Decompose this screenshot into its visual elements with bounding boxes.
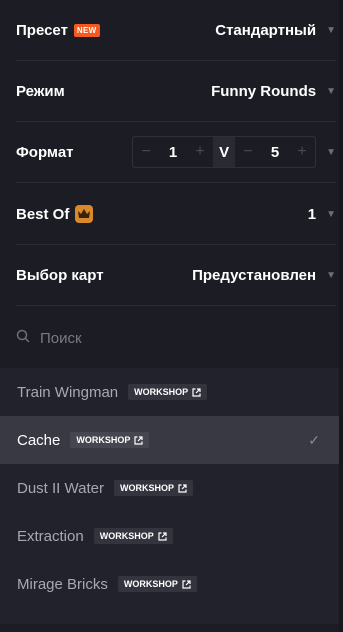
map-item-mirage-bricks[interactable]: Mirage Bricks WORKSHOP — [0, 560, 339, 608]
best-of-label: Best Of — [16, 205, 70, 223]
map-name: Dust II Water — [17, 479, 104, 497]
preset-label: Пресет — [16, 21, 68, 39]
map-item-train-wingman[interactable]: Train Wingman WORKSHOP — [0, 368, 339, 416]
map-search — [16, 308, 336, 368]
chevron-down-icon: ▼ — [326, 269, 336, 281]
mode-label: Режим — [16, 82, 65, 100]
mode-value: Funny Rounds — [211, 82, 317, 100]
map-item-extraction[interactable]: Extraction WORKSHOP — [0, 512, 339, 560]
scrollbar[interactable] — [339, 0, 343, 632]
workshop-label: WORKSHOP — [134, 387, 189, 397]
chevron-down-icon: ▼ — [326, 85, 336, 97]
left-increment-button[interactable]: + — [187, 143, 213, 161]
external-link-icon — [134, 435, 143, 445]
workshop-label: WORKSHOP — [99, 531, 154, 541]
map-select-label: Выбор карт — [16, 266, 104, 284]
preset-dropdown[interactable]: Стандартный ▼ — [215, 22, 336, 39]
external-link-icon — [178, 483, 187, 493]
map-name: Train Wingman — [17, 383, 119, 401]
map-select-value: Предустановлен — [192, 266, 317, 284]
versus-label: V — [213, 137, 236, 167]
new-badge: NEW — [73, 23, 100, 37]
map-name: Mirage Bricks — [17, 575, 108, 593]
map-select-row[interactable]: Выбор карт Предустановлен ▼ — [16, 245, 336, 306]
external-link-icon — [182, 579, 191, 589]
chevron-down-icon: ▼ — [326, 24, 336, 36]
left-team-size: 1 — [168, 143, 178, 161]
format-control: − 1 + V − 5 + ▼ — [132, 136, 336, 168]
format-label: Формат — [16, 143, 74, 161]
best-of-label-group: Best Of — [16, 205, 94, 223]
map-item-dust-ii-water[interactable]: Dust II Water WORKSHOP — [0, 464, 339, 512]
crown-icon — [75, 205, 94, 223]
lobby-settings-panel: Пресет NEW Стандартный ▼ Режим Funny Rou… — [0, 0, 336, 368]
mode-row[interactable]: Режим Funny Rounds ▼ — [16, 61, 336, 122]
map-name: Cache — [17, 431, 61, 449]
right-decrement-button[interactable]: − — [235, 143, 261, 161]
preset-label-group: Пресет NEW — [16, 22, 100, 39]
best-of-dropdown[interactable]: 1 ▼ — [308, 206, 336, 223]
map-select-dropdown[interactable]: Предустановлен ▼ — [192, 267, 336, 284]
workshop-badge[interactable]: WORKSHOP — [128, 384, 208, 400]
workshop-label: WORKSHOP — [119, 483, 174, 493]
format-row: Формат − 1 + V − 5 + ▼ — [16, 122, 336, 183]
chevron-down-icon[interactable]: ▼ — [326, 147, 336, 158]
workshop-label: WORKSHOP — [123, 579, 178, 589]
workshop-badge[interactable]: WORKSHOP — [113, 480, 193, 496]
search-input[interactable] — [38, 328, 302, 348]
preset-row[interactable]: Пресет NEW Стандартный ▼ — [16, 0, 336, 61]
left-decrement-button[interactable]: − — [133, 143, 159, 161]
workshop-badge[interactable]: WORKSHOP — [93, 528, 173, 544]
checkmark-icon: ✓ — [308, 431, 320, 448]
best-of-value: 1 — [307, 205, 317, 223]
map-name: Extraction — [17, 527, 84, 545]
format-stepper: − 1 + V − 5 + — [132, 136, 317, 168]
preset-value: Стандартный — [215, 21, 317, 39]
workshop-label: WORKSHOP — [76, 435, 131, 445]
map-item-cache[interactable]: Cache WORKSHOP ✓ — [0, 416, 339, 464]
external-link-icon — [192, 387, 201, 397]
map-list: Train Wingman WORKSHOP Cache WORKSHOP ✓ … — [0, 368, 339, 624]
chevron-down-icon: ▼ — [326, 208, 336, 220]
mode-dropdown[interactable]: Funny Rounds ▼ — [211, 83, 336, 100]
workshop-badge[interactable]: WORKSHOP — [70, 432, 150, 448]
search-icon — [16, 329, 30, 348]
right-increment-button[interactable]: + — [289, 143, 315, 161]
right-team-size: 5 — [270, 143, 280, 161]
best-of-row[interactable]: Best Of 1 ▼ — [16, 184, 336, 245]
external-link-icon — [158, 531, 167, 541]
workshop-badge[interactable]: WORKSHOP — [117, 576, 197, 592]
